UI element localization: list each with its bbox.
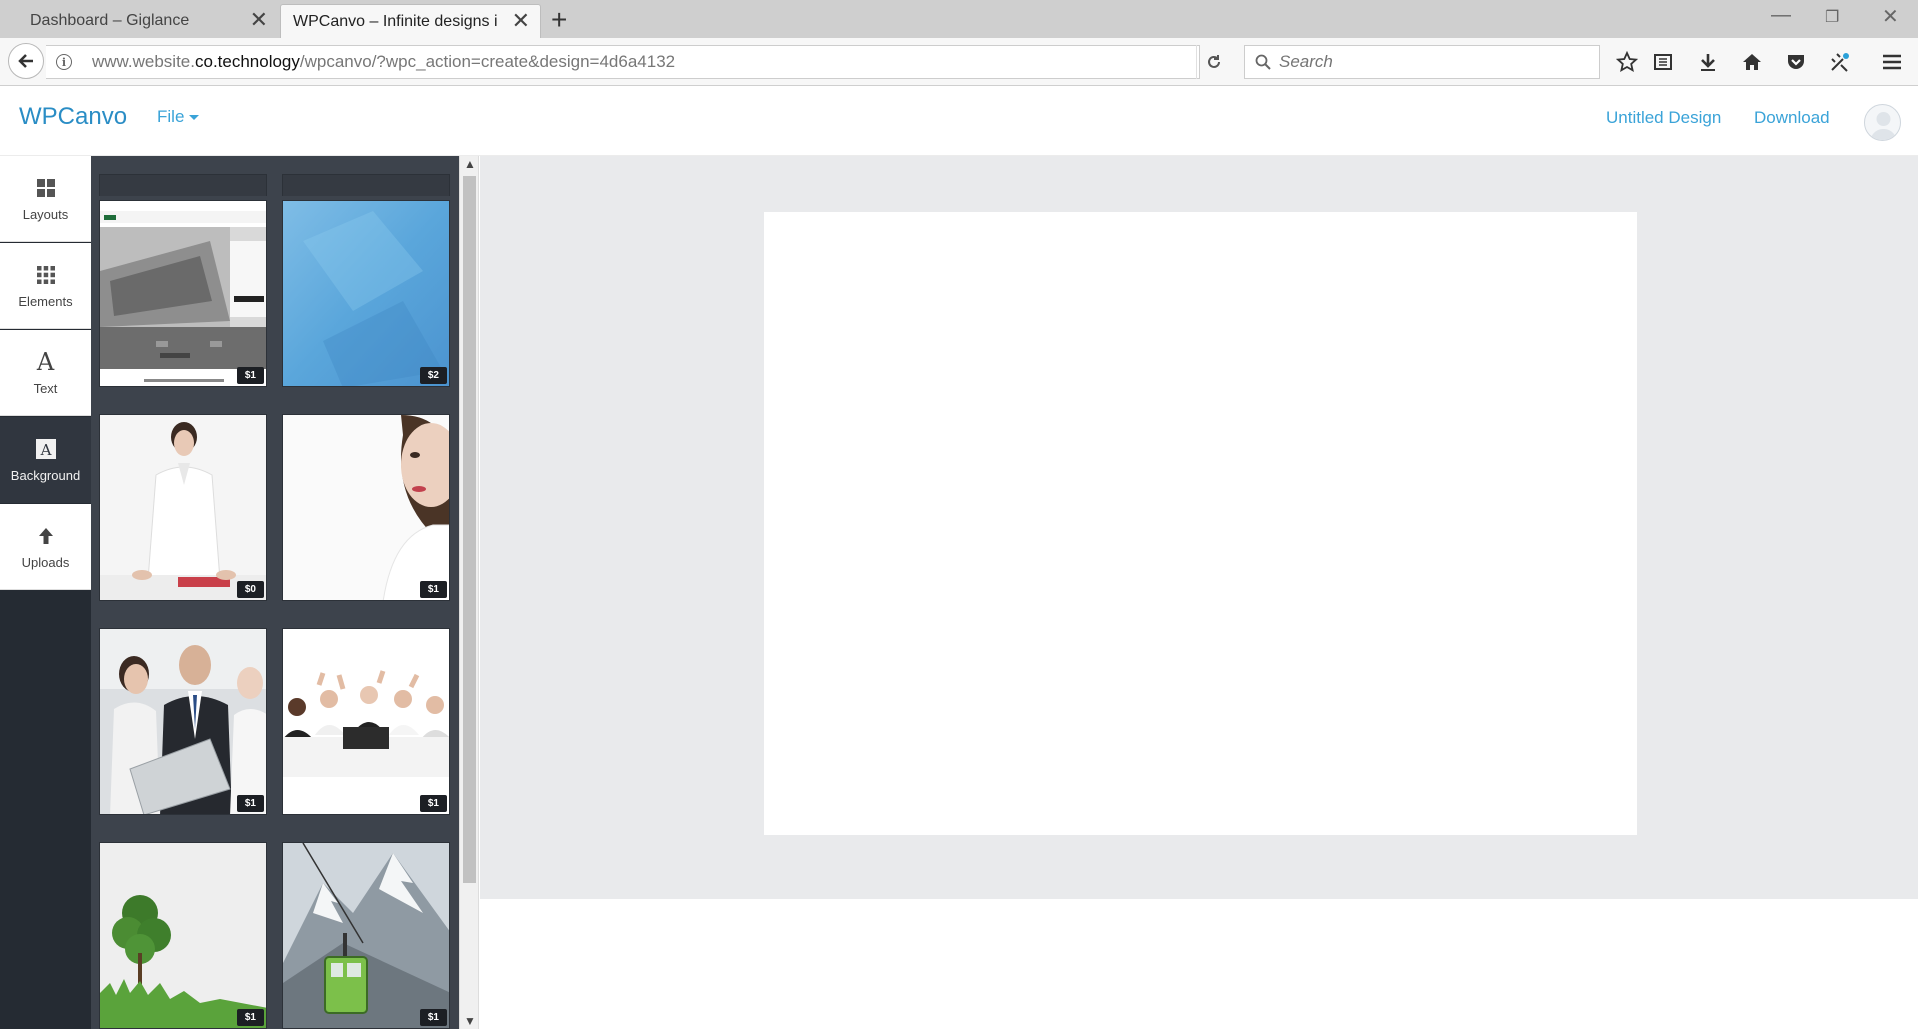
background-thumbnail[interactable]: $1	[99, 628, 267, 815]
app-logo[interactable]: WPCanvo	[19, 103, 127, 131]
svg-text:A: A	[39, 441, 51, 459]
background-thumbnail[interactable]: $1	[282, 842, 450, 1029]
restore-window-button[interactable]: ❐	[1825, 7, 1839, 27]
file-menu-label: File	[157, 107, 185, 126]
website-mockup-image	[100, 201, 266, 386]
sidebar-item-layouts[interactable]: Layouts	[0, 156, 91, 242]
sidebar-item-label: Background	[10, 468, 81, 483]
reload-icon	[1207, 55, 1220, 68]
panel-scrollbar[interactable]: ▲ ▼	[459, 156, 479, 1029]
menu-icon[interactable]	[1880, 50, 1904, 74]
sidebar-item-text[interactable]: A Text	[0, 330, 91, 416]
business-team-photo	[100, 629, 266, 814]
workspace-footer-area	[480, 899, 1918, 1029]
sidebar-item-label: Text	[33, 381, 58, 396]
price-badge: $1	[236, 1009, 264, 1026]
reload-button[interactable]	[1196, 45, 1230, 79]
scrollbar-thumb[interactable]	[463, 176, 476, 883]
price-badge: $1	[236, 367, 264, 384]
new-tab-button[interactable]: +	[551, 6, 567, 34]
thumb-header	[282, 174, 450, 196]
browser-nav-bar: i www.website.co.technology/wpcanvo/?wpc…	[0, 38, 1918, 86]
download-link[interactable]: Download	[1754, 108, 1830, 128]
url-domain: co.technology	[194, 52, 300, 71]
layouts-grid-icon	[36, 175, 55, 201]
blue-texture-image	[283, 201, 449, 386]
extension-icon[interactable]	[1828, 50, 1852, 74]
background-thumbnail[interactable]: $1	[99, 842, 267, 1029]
businesswoman-photo	[100, 415, 266, 600]
sidebar-item-uploads[interactable]: Uploads	[0, 504, 91, 590]
tab-title: WPCanvo – Infinite designs in m	[293, 12, 498, 30]
price-badge: $1	[419, 581, 447, 598]
price-badge: $1	[419, 795, 447, 812]
background-thumbnail[interactable]: $1	[282, 414, 450, 601]
browser-tab-wpcanvo[interactable]: WPCanvo – Infinite designs in m ✕	[280, 4, 541, 38]
file-menu[interactable]: File	[157, 107, 200, 127]
background-thumbnails-panel: $1 $2 $0 $1 $1 $1 $1 $1	[91, 156, 459, 1029]
bookmark-star-icon[interactable]	[1615, 50, 1639, 74]
url-path: /wpcanvo/?wpc_action=create&design=4d6a4…	[299, 52, 676, 71]
design-canvas[interactable]	[764, 212, 1637, 835]
price-badge: $0	[236, 581, 264, 598]
background-thumbnail[interactable]: $0	[99, 414, 267, 601]
background-thumbnail[interactable]: $2	[282, 200, 450, 387]
site-info-icon[interactable]: i	[56, 54, 72, 70]
celebrating-team-photo	[283, 629, 449, 814]
sidebar-item-label: Elements	[18, 294, 73, 309]
browser-search-box[interactable]	[1244, 45, 1600, 79]
scroll-down-icon[interactable]: ▼	[464, 1014, 476, 1028]
user-silhouette-icon	[1870, 112, 1897, 140]
woman-portrait-photo	[283, 415, 449, 600]
url-prefix: www.website.	[92, 52, 195, 71]
back-arrow-icon	[18, 54, 33, 68]
user-avatar[interactable]	[1864, 104, 1901, 141]
close-tab-icon[interactable]: ✕	[512, 10, 530, 32]
sidebar-item-background[interactable]: A Background	[0, 417, 91, 503]
browser-tab-dashboard[interactable]: Dashboard – Giglance ✕	[0, 4, 278, 38]
tool-sidebar: Layouts Elements A Text A Background Upl…	[0, 156, 91, 1029]
back-button[interactable]	[8, 43, 44, 79]
sidebar-item-label: Uploads	[21, 555, 70, 570]
close-window-button[interactable]: ✕	[1882, 4, 1899, 29]
background-icon: A	[35, 436, 56, 462]
thumb-header	[99, 174, 267, 196]
caret-down-icon	[189, 115, 200, 121]
price-badge: $1	[419, 1009, 447, 1026]
tab-title: Dashboard – Giglance	[30, 12, 190, 29]
background-thumbnail[interactable]: $1	[99, 200, 267, 387]
upload-arrow-icon	[37, 523, 55, 549]
search-icon	[1255, 54, 1271, 70]
text-a-icon: A	[36, 348, 55, 376]
price-badge: $2	[419, 367, 447, 384]
minimize-window-button[interactable]: —	[1771, 4, 1791, 27]
browser-tab-strip: Dashboard – Giglance ✕ WPCanvo – Infinit…	[0, 0, 1918, 38]
tree-on-grass-photo	[100, 843, 266, 1028]
url-text: www.website.co.technology/wpcanvo/?wpc_a…	[92, 52, 675, 72]
pocket-icon[interactable]	[1784, 50, 1808, 74]
background-thumbnail[interactable]: $1	[282, 628, 450, 815]
url-bar[interactable]: i www.website.co.technology/wpcanvo/?wpc…	[46, 45, 1200, 79]
reading-list-icon[interactable]	[1651, 50, 1675, 74]
download-icon[interactable]	[1696, 50, 1720, 74]
scroll-up-icon[interactable]: ▲	[464, 157, 476, 171]
app-header: WPCanvo File Untitled Design Download	[0, 87, 1918, 156]
home-icon[interactable]	[1740, 50, 1764, 74]
elements-grid-icon	[36, 262, 55, 288]
design-title-link[interactable]: Untitled Design	[1606, 108, 1721, 128]
search-input[interactable]	[1279, 52, 1579, 72]
price-badge: $1	[236, 795, 264, 812]
close-tab-icon[interactable]: ✕	[250, 9, 268, 31]
cable-car-mountains-photo	[283, 843, 449, 1028]
sidebar-item-elements[interactable]: Elements	[0, 243, 91, 329]
sidebar-item-label: Layouts	[22, 207, 69, 222]
